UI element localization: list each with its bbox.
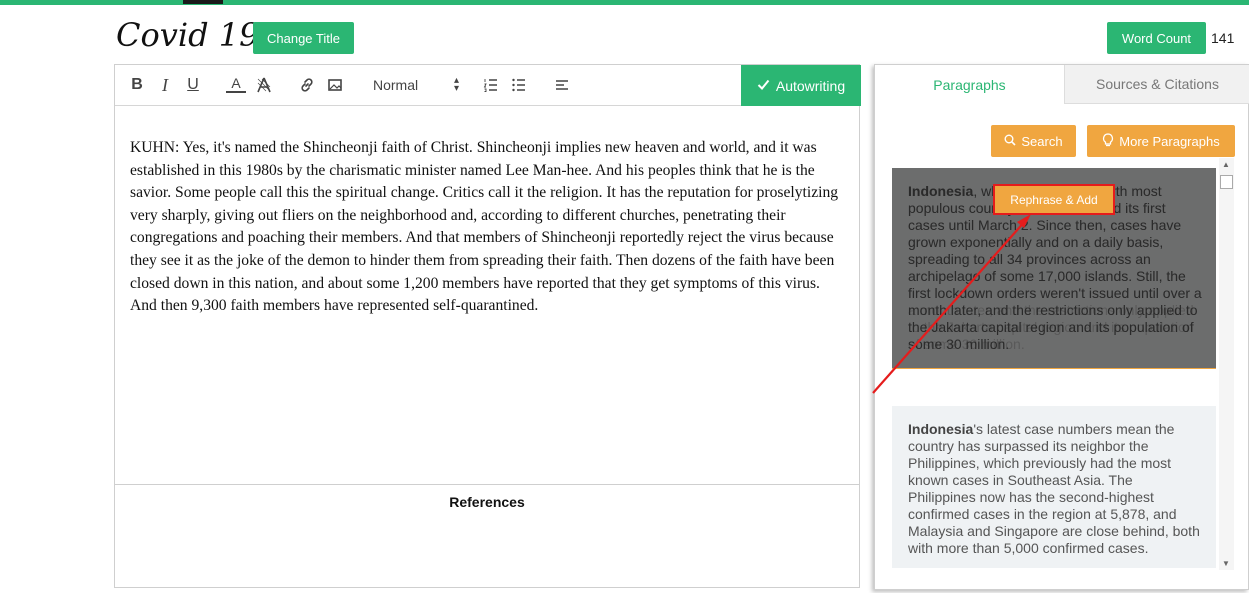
- autowriting-label: Autowriting: [775, 77, 846, 94]
- ordered-list-icon[interactable]: [481, 75, 501, 95]
- paragraph-card[interactable]: Indonesia's latest case numbers mean the…: [892, 406, 1216, 568]
- card-keyword: Indonesia: [908, 421, 974, 437]
- top-tab-marker: [183, 0, 223, 4]
- background-color-icon[interactable]: [254, 75, 274, 95]
- tab-paragraphs[interactable]: Paragraphs: [875, 65, 1064, 104]
- panel-scrollbar[interactable]: ▲ ▼: [1219, 158, 1234, 570]
- change-title-button[interactable]: Change Title: [253, 22, 354, 54]
- select-caret-icon: ▴ ▾: [453, 75, 459, 94]
- document-title: Covid 19: [116, 16, 260, 54]
- search-button[interactable]: Search: [991, 125, 1076, 157]
- card-text: 's latest case numbers mean the country …: [908, 421, 1200, 556]
- underline-icon[interactable]: U: [183, 75, 203, 95]
- rephrase-add-button[interactable]: Rephrase & Add: [993, 184, 1115, 215]
- lightbulb-icon: [1102, 132, 1114, 150]
- bullet-list-icon[interactable]: [509, 75, 529, 95]
- tab-sources-citations[interactable]: Sources & Citations: [1064, 65, 1249, 104]
- search-label: Search: [1021, 133, 1063, 149]
- scroll-thumb[interactable]: [1220, 175, 1233, 189]
- font-size-select[interactable]: Normal ▴ ▾: [373, 75, 459, 94]
- word-count-value: 141: [1211, 30, 1235, 46]
- link-icon[interactable]: [297, 75, 317, 95]
- search-icon: [1004, 134, 1016, 149]
- card-overlay-keyword: Indonesia: [908, 183, 974, 199]
- editor-text[interactable]: KUHN: Yes, it's named the Shincheonji fa…: [130, 137, 848, 318]
- scroll-down-icon[interactable]: ▼: [1222, 559, 1230, 568]
- word-count-button[interactable]: Word Count: [1107, 22, 1206, 54]
- references-title: References: [449, 494, 525, 510]
- editor: B I U A Normal ▴ ▾ Autowriting KUHN: Yes…: [114, 64, 861, 588]
- image-icon[interactable]: [325, 75, 345, 95]
- paragraphs-panel: Paragraphs Sources & Citations Search Mo…: [874, 64, 1249, 590]
- align-icon[interactable]: [552, 75, 572, 95]
- text-color-icon[interactable]: A: [226, 75, 246, 93]
- italic-icon[interactable]: I: [155, 75, 175, 95]
- more-paragraphs-label: More Paragraphs: [1119, 133, 1220, 149]
- font-size-value: Normal: [373, 77, 419, 93]
- editor-toolbar: B I U A Normal ▴ ▾ Autowriting: [115, 65, 861, 106]
- check-icon: [757, 78, 770, 94]
- autowriting-button[interactable]: Autowriting: [741, 65, 861, 106]
- more-paragraphs-button[interactable]: More Paragraphs: [1087, 125, 1235, 157]
- references-divider: [115, 484, 859, 485]
- bold-icon[interactable]: B: [127, 75, 147, 95]
- scroll-up-icon[interactable]: ▲: [1222, 160, 1230, 169]
